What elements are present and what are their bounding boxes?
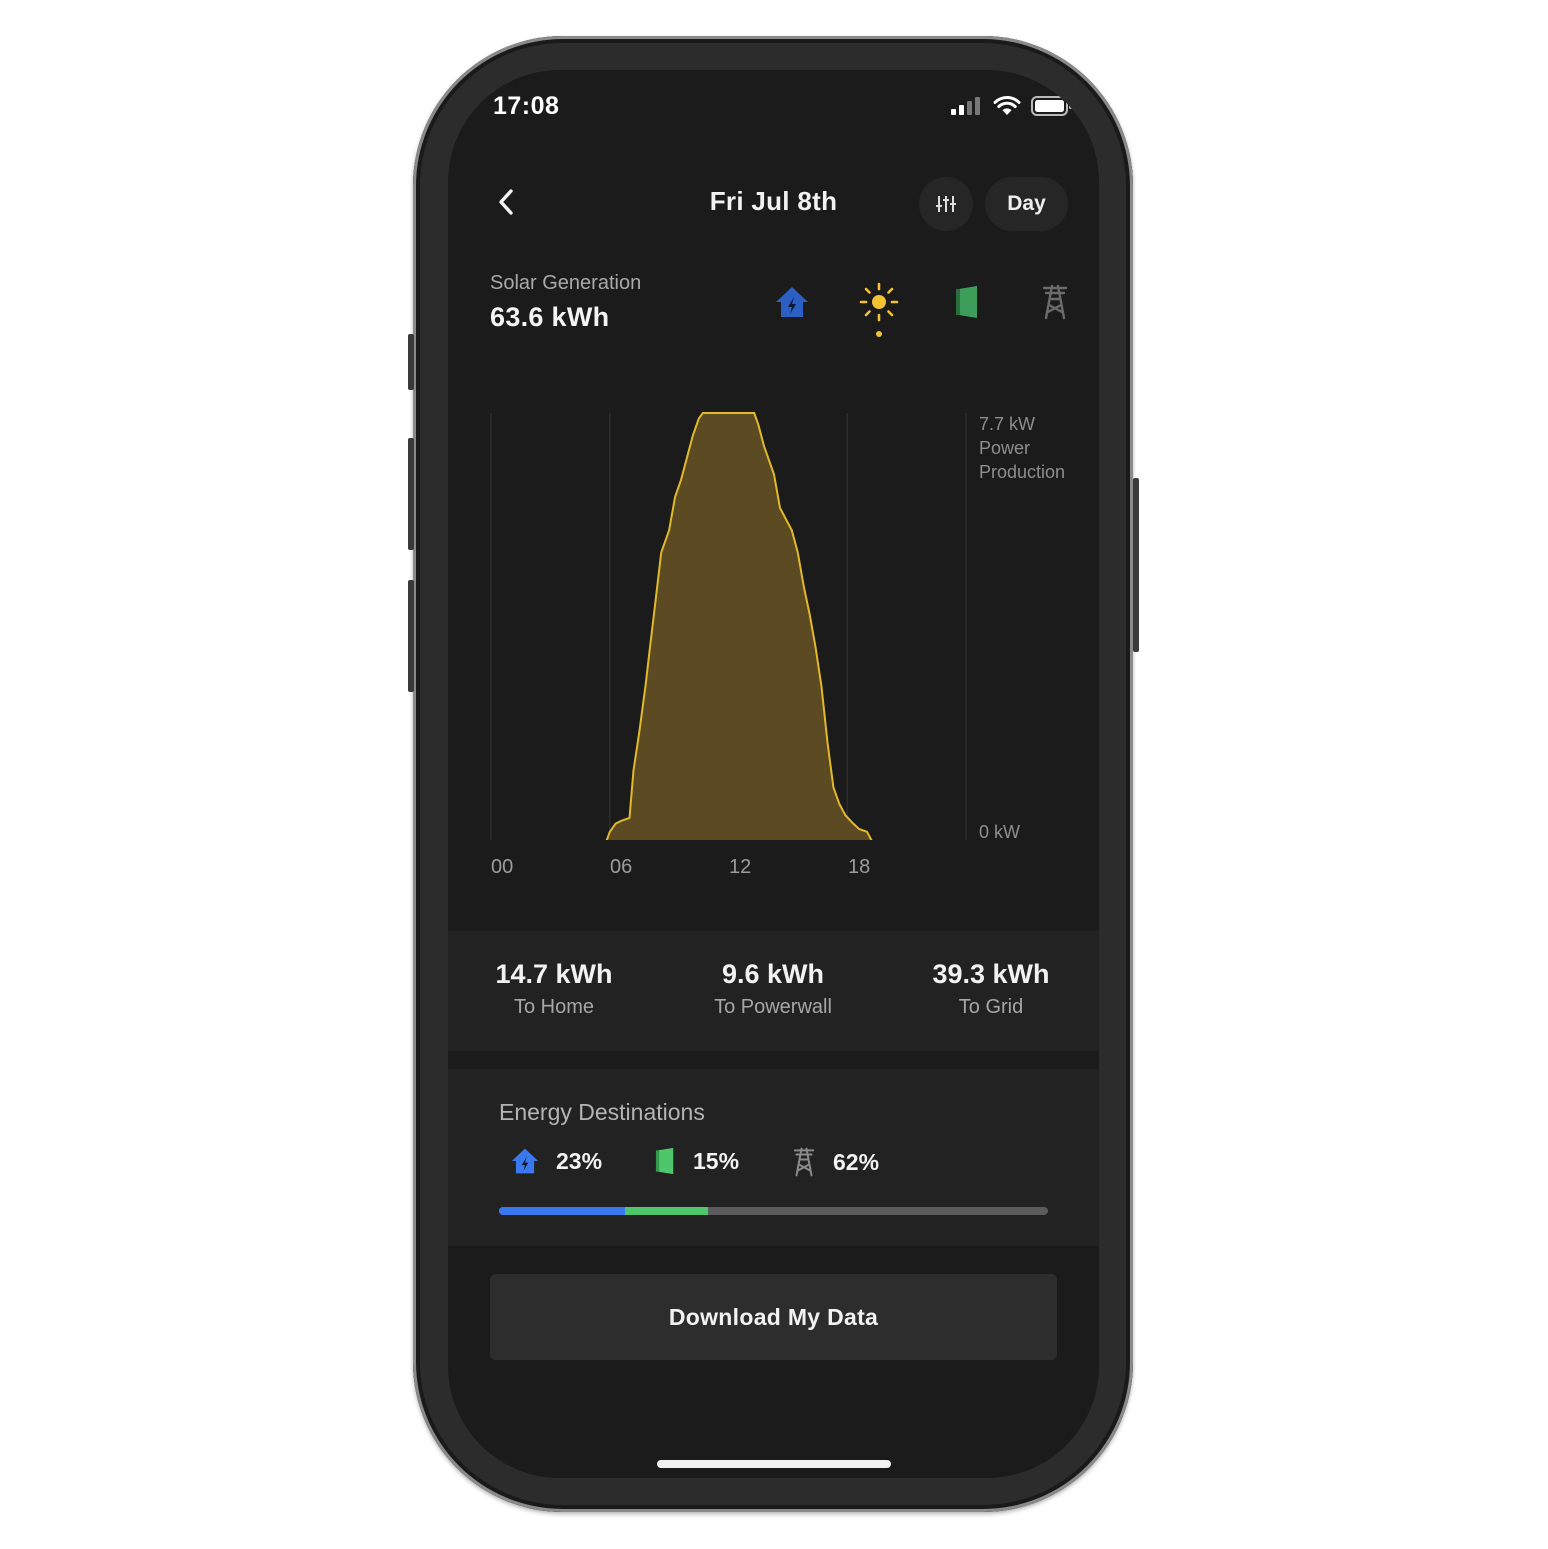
destinations-bar-powerwall	[625, 1207, 708, 1215]
destination-grid: 62%	[791, 1147, 879, 1177]
home-source-button[interactable]	[772, 282, 812, 322]
battery-icon	[1031, 96, 1072, 116]
summary-label: Solar Generation	[490, 272, 642, 294]
power-button	[1133, 478, 1139, 652]
stat-to-home: 14.7 kWh To Home	[454, 959, 654, 1019]
grid-tower-icon	[1042, 284, 1068, 320]
y-max-label: 7.7 kW	[979, 414, 1036, 434]
solar-source-button[interactable]	[859, 282, 899, 322]
home-icon	[776, 287, 808, 317]
x-tick-06: 06	[610, 856, 633, 878]
volume-up-button	[408, 438, 414, 550]
grid-tower-icon	[793, 1147, 815, 1177]
powerwall-source-button[interactable]	[947, 282, 987, 322]
mute-switch	[408, 334, 414, 390]
stat-to-powerwall-value: 9.6 kWh	[721, 959, 825, 989]
destination-home-percent: 23%	[556, 1147, 603, 1174]
destination-home: 23%	[510, 1147, 602, 1175]
x-tick-12: 12	[729, 856, 752, 878]
destination-grid-percent: 62%	[833, 1148, 880, 1175]
y-axis-title-line1: Power	[979, 438, 1031, 458]
sliders-icon	[936, 196, 956, 212]
stat-to-grid-label: To Grid	[958, 996, 1024, 1018]
stat-to-grid-value: 39.3 kWh	[932, 959, 1050, 989]
app-screen: 17:08 Fri Jul 8th Day Solar Generation 6…	[448, 70, 1099, 1478]
home-indicator[interactable]	[657, 1460, 891, 1468]
sun-icon	[859, 282, 899, 322]
energy-destinations-panel: Energy Destinations 23% 15% 62%	[448, 1069, 1099, 1246]
destinations-title: Energy Destinations	[499, 1099, 705, 1125]
stat-to-grid: 39.3 kWh To Grid	[891, 959, 1091, 1019]
y-axis-title-line2: Production	[979, 462, 1066, 482]
y-min-label: 0 kW	[979, 822, 1021, 842]
grid-source-button[interactable]	[1035, 282, 1075, 322]
selected-indicator-dot	[876, 331, 882, 337]
powerwall-icon	[655, 1147, 674, 1175]
filter-button[interactable]	[919, 177, 973, 231]
energy-stats-panel: 14.7 kWh To Home 9.6 kWh To Powerwall 39…	[448, 931, 1099, 1051]
powerwall-icon	[956, 286, 977, 318]
status-icons	[951, 96, 1073, 116]
destinations-bar	[499, 1207, 1048, 1215]
stat-to-powerwall: 9.6 kWh To Powerwall	[673, 959, 873, 1019]
cellular-signal-icon	[951, 97, 980, 115]
download-data-button[interactable]: Download My Data	[490, 1274, 1057, 1360]
stat-to-home-label: To Home	[513, 996, 595, 1018]
production-area	[606, 413, 872, 840]
stat-to-home-value: 14.7 kWh	[495, 959, 613, 989]
status-time: 17:08	[493, 92, 560, 120]
home-icon	[511, 1148, 539, 1174]
summary-value: 63.6 kWh	[490, 302, 610, 332]
destination-powerwall: 15%	[653, 1147, 739, 1175]
volume-down-button	[408, 580, 414, 692]
destinations-bar-home	[499, 1207, 626, 1215]
stat-to-powerwall-label: To Powerwall	[714, 996, 832, 1018]
x-tick-00: 00	[491, 856, 514, 878]
x-tick-18: 18	[848, 856, 871, 878]
wifi-icon	[993, 96, 1021, 115]
period-selector-button[interactable]: Day	[985, 177, 1068, 231]
destination-powerwall-percent: 15%	[693, 1147, 740, 1174]
